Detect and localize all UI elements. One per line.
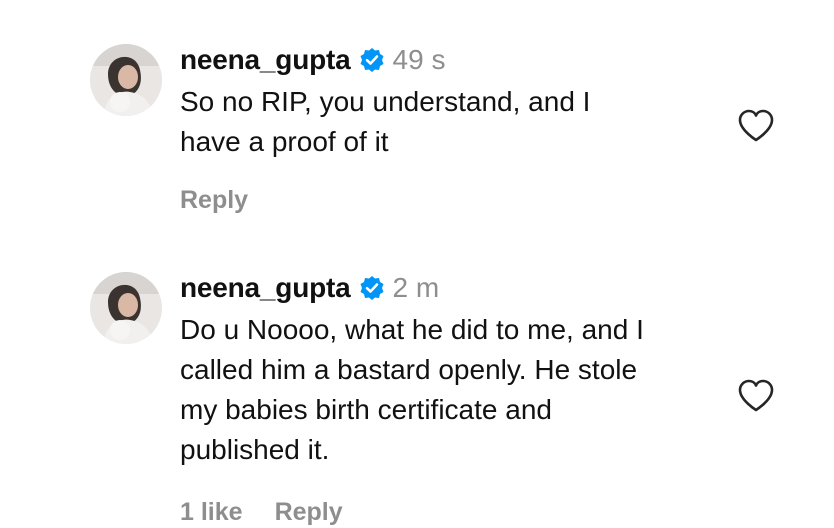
username[interactable]: neena_gupta xyxy=(180,272,351,304)
comment-timestamp[interactable]: 2 m xyxy=(393,272,440,304)
comment-timestamp[interactable]: 49 s xyxy=(393,44,446,76)
avatar-photo-icon xyxy=(90,272,162,344)
reply-button[interactable]: Reply xyxy=(180,186,248,215)
comment-meta: neena_gupta 2 m xyxy=(180,268,720,308)
comment-item: neena_gupta 49 s So no RIP, you understa… xyxy=(0,40,834,230)
comment-actions: Reply xyxy=(180,186,248,215)
verified-badge-icon xyxy=(359,275,385,301)
comment-body: neena_gupta 49 s So no RIP, you understa… xyxy=(180,40,720,162)
reply-button[interactable]: Reply xyxy=(275,498,343,527)
verified-badge-icon xyxy=(359,47,385,73)
avatar[interactable] xyxy=(90,272,162,344)
comment-actions: 1 like Reply xyxy=(180,498,343,527)
comment-meta: neena_gupta 49 s xyxy=(180,40,720,80)
likes-count[interactable]: 1 like xyxy=(180,498,243,527)
comment-body: neena_gupta 2 m Do u Noooo, what he did … xyxy=(180,268,720,470)
comment-text: So no RIP, you understand, and I have a … xyxy=(180,86,591,157)
avatar[interactable] xyxy=(90,44,162,116)
username[interactable]: neena_gupta xyxy=(180,44,351,76)
comment-item: neena_gupta 2 m Do u Noooo, what he did … xyxy=(0,268,834,528)
avatar-photo-icon xyxy=(90,44,162,116)
heart-outline-icon[interactable] xyxy=(737,379,775,413)
heart-outline-icon[interactable] xyxy=(737,109,775,143)
comment-text: Do u Noooo, what he did to me, and I cal… xyxy=(180,314,644,465)
